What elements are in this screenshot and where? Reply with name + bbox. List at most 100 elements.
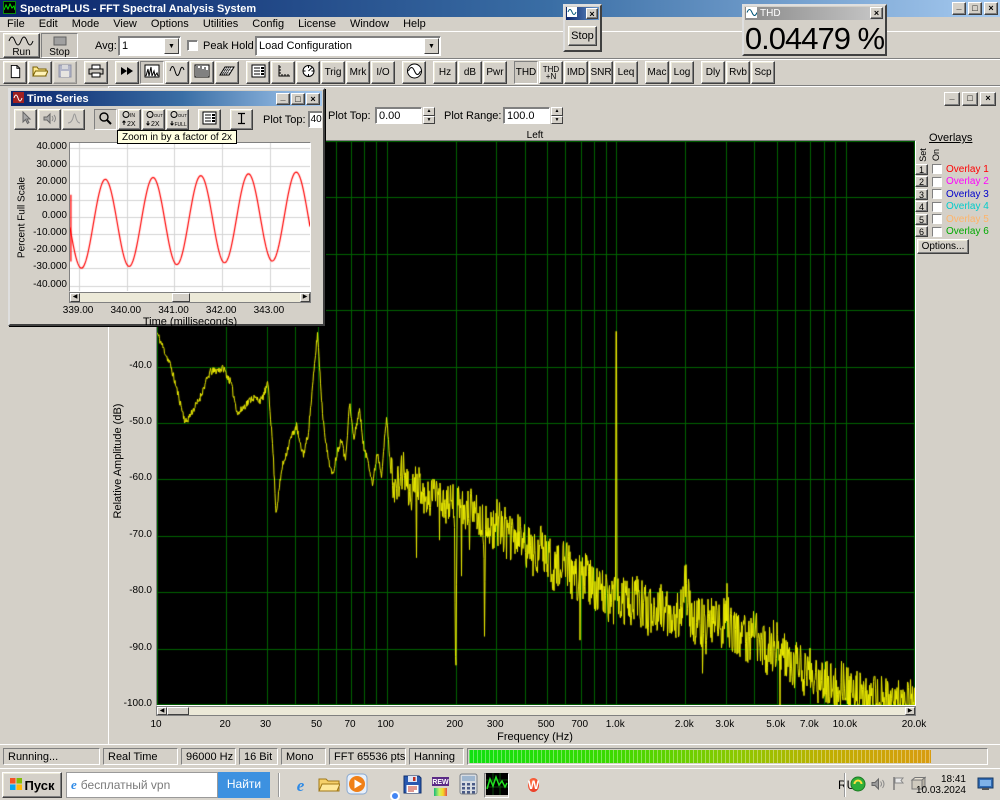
plot-range-stepper[interactable]: ▲ ▼ <box>551 107 563 124</box>
thd-button[interactable]: THD <box>514 61 538 84</box>
generator-stop-button[interactable]: Stop <box>568 26 597 46</box>
open-file-button[interactable] <box>28 61 52 84</box>
taskbar-rew-icon[interactable]: REW <box>428 773 453 798</box>
taskbar-media-player-icon[interactable] <box>344 773 369 798</box>
print-button[interactable] <box>84 61 108 84</box>
minimize-button[interactable] <box>952 2 966 15</box>
plot-top-input[interactable]: 0.00 <box>375 107 422 124</box>
db-button[interactable]: dB <box>458 61 482 84</box>
marker-button[interactable]: Mrk <box>346 61 370 84</box>
log-button[interactable]: Log <box>670 61 694 84</box>
vertical-range-button[interactable] <box>230 109 253 130</box>
tray-clock[interactable]: 18:41 10.03.2024 <box>904 774 966 796</box>
zoom-out-full-button[interactable]: OUT FULL <box>166 109 189 130</box>
menu-item[interactable]: Utilities <box>196 17 245 31</box>
scale-button[interactable] <box>271 61 295 84</box>
io-button[interactable]: I/O <box>371 61 395 84</box>
menu-item[interactable]: Options <box>144 17 196 31</box>
taskbar-spectraplus-icon[interactable] <box>484 773 509 798</box>
spectrum-maximize-button[interactable] <box>962 92 978 106</box>
overlay-set-button[interactable]: 1 <box>915 163 928 175</box>
taskbar-explorer-icon[interactable] <box>316 773 341 798</box>
close-button[interactable] <box>984 2 998 15</box>
overlay-checkbox[interactable] <box>932 164 942 174</box>
process-button[interactable] <box>115 61 139 84</box>
scroll-right-icon[interactable]: ▶ <box>300 293 310 302</box>
overlay-set-button[interactable]: 2 <box>915 176 928 187</box>
pointer-tool-button[interactable] <box>14 109 37 130</box>
taskbar-calculator-icon[interactable] <box>456 773 481 798</box>
scrollbar-thumb[interactable] <box>172 293 190 302</box>
imd-button[interactable]: IMD <box>564 61 588 84</box>
overlay-checkbox[interactable] <box>932 226 942 237</box>
run-button[interactable]: Run <box>3 33 40 58</box>
taskbar-search-input[interactable]: e бесплатный vpn <box>66 772 218 798</box>
tray-antivirus-icon[interactable] <box>850 776 866 793</box>
plot-range-input[interactable]: 100.0 <box>503 107 550 124</box>
taskbar-chrome-icon[interactable] <box>372 773 397 798</box>
avg-select[interactable]: 1 ▼ <box>118 36 181 56</box>
overlay-set-button[interactable]: 6 <box>915 226 928 237</box>
menu-item[interactable]: File <box>0 17 32 31</box>
overlay-checkbox[interactable] <box>932 189 942 199</box>
overlays-options-button[interactable]: Options... <box>917 239 969 254</box>
load-configuration-select[interactable]: Load Configuration ▼ <box>255 36 441 56</box>
taskbar-ie-icon[interactable]: e <box>288 773 313 798</box>
spectrum-view-button[interactable] <box>140 61 164 84</box>
maximize-button[interactable] <box>968 2 982 15</box>
show-desktop-icon[interactable] <box>977 777 994 794</box>
taskbar-wps-icon[interactable]: W <box>521 773 546 798</box>
scroll-left-icon[interactable]: ◀ <box>70 293 80 302</box>
start-button[interactable]: Пуск <box>2 772 62 798</box>
zoom-out-2x-button[interactable]: OUT 2X <box>142 109 165 130</box>
signal-generator-button[interactable] <box>402 61 426 84</box>
time-series-titlebar[interactable]: Time Series <box>11 91 322 106</box>
overlay-checkbox[interactable] <box>932 201 942 212</box>
taskbar-save-tool-icon[interactable] <box>400 773 425 798</box>
scrollbar-thumb[interactable] <box>167 707 189 715</box>
time-series-plot[interactable] <box>69 142 311 292</box>
pwr-button[interactable]: Pwr <box>483 61 507 84</box>
surface-view-button[interactable] <box>215 61 239 84</box>
chevron-down-icon[interactable]: ▼ <box>164 38 179 54</box>
thdn-button[interactable]: THD +N <box>539 61 563 84</box>
menu-item[interactable]: View <box>106 17 144 31</box>
menu-item[interactable]: License <box>291 17 343 31</box>
save-button[interactable] <box>53 61 77 84</box>
search-find-button[interactable]: Найти <box>218 772 270 798</box>
scroll-left-icon[interactable]: ◀ <box>157 707 167 715</box>
zoom-tool-button[interactable] <box>94 109 117 130</box>
menu-item[interactable]: Help <box>396 17 433 31</box>
spectrogram-view-button[interactable] <box>190 61 214 84</box>
snr-button[interactable]: SNR <box>589 61 613 84</box>
mac-button[interactable]: Mac <box>645 61 669 84</box>
phase-button[interactable] <box>296 61 320 84</box>
ts-maximize-button[interactable] <box>291 93 305 105</box>
stop-button[interactable]: Stop <box>41 33 78 58</box>
menu-item[interactable]: Mode <box>65 17 107 31</box>
stop-window-titlebar[interactable] <box>566 7 599 20</box>
hz-button[interactable]: Hz <box>433 61 457 84</box>
listen-button[interactable] <box>38 109 61 130</box>
menu-item[interactable]: Edit <box>32 17 65 31</box>
overlay-set-button[interactable]: 4 <box>915 201 928 212</box>
ts-plot-top-input[interactable]: 40.000 <box>307 111 322 128</box>
overlay-set-button[interactable]: 3 <box>915 188 928 200</box>
mixer-button[interactable] <box>246 61 270 84</box>
tray-volume-icon[interactable] <box>870 777 886 793</box>
overlay-checkbox[interactable] <box>932 214 942 224</box>
peak-hold-curve-button[interactable] <box>62 109 85 130</box>
ts-close-button[interactable] <box>306 93 320 105</box>
rvb-button[interactable]: Rvb <box>726 61 750 84</box>
zoom-in-2x-button[interactable]: IN 2X <box>118 109 141 130</box>
menu-item[interactable]: Window <box>343 17 396 31</box>
thd-close-button[interactable] <box>870 7 883 19</box>
stop-window-close-button[interactable] <box>586 8 598 19</box>
leq-button[interactable]: Leq <box>614 61 638 84</box>
menu-item[interactable]: Config <box>245 17 291 31</box>
thd-titlebar[interactable]: THD <box>745 6 884 20</box>
overlay-checkbox[interactable] <box>932 176 942 187</box>
ts-h-scrollbar[interactable]: ◀ ▶ <box>69 292 311 303</box>
peak-hold-checkbox[interactable] <box>187 40 198 51</box>
ts-minimize-button[interactable] <box>276 93 290 105</box>
